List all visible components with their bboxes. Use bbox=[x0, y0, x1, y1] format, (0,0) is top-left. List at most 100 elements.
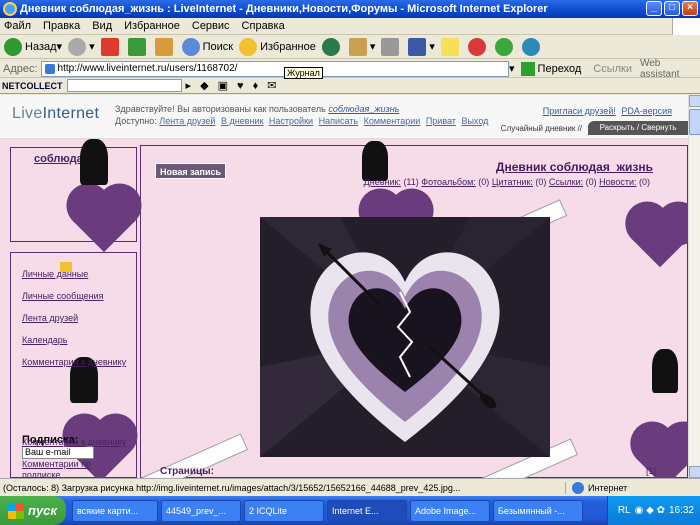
word-icon bbox=[408, 37, 427, 56]
sidebar-item-friends-feed[interactable]: Лента друзей bbox=[22, 313, 78, 323]
random-diary-link[interactable]: Случайный дневник // bbox=[501, 124, 582, 133]
minimize-button[interactable]: _ bbox=[646, 1, 662, 16]
menu-view[interactable]: Вид bbox=[92, 20, 112, 32]
news-link[interactable]: Новости: bbox=[599, 177, 636, 187]
windows-flag-icon bbox=[672, 18, 700, 35]
clock[interactable]: 16:32 bbox=[669, 505, 694, 516]
sidebar-item-subscription-comments[interactable]: Комментарии по bbox=[22, 459, 91, 469]
note-icon bbox=[440, 37, 459, 56]
new-post-button[interactable]: Новая запись bbox=[155, 163, 227, 179]
search-icon bbox=[181, 37, 200, 56]
netcollect-logo: NETCOLLECT bbox=[2, 80, 63, 91]
netcollect-toolbar: NETCOLLECT ▸ ◆ ▣ ♥ ♦ ✉ bbox=[0, 78, 700, 94]
photo-album-link[interactable]: Фотоальбом: bbox=[421, 177, 475, 187]
vertical-scrollbar[interactable] bbox=[688, 95, 700, 478]
history-icon bbox=[321, 37, 340, 56]
diary-title[interactable]: Дневник соблюдая_жизнь bbox=[496, 160, 653, 174]
menu-file[interactable]: Файл bbox=[4, 20, 31, 32]
links-link[interactable]: Ссылки: bbox=[549, 177, 583, 187]
sidebar-item-subscription-comments-2[interactable]: подписке bbox=[22, 470, 60, 478]
scroll-up-button[interactable] bbox=[689, 95, 700, 107]
task-item-untitled[interactable]: Безымянный -... bbox=[493, 499, 583, 522]
silhouette-figure-icon bbox=[362, 141, 388, 181]
sidebar-item-diary-comments-2[interactable]: Комментарии к дневнику bbox=[22, 437, 126, 447]
at-icon bbox=[467, 37, 486, 56]
available-links: Доступно: Лента друзей В дневник Настрой… bbox=[115, 116, 489, 126]
current-user-link[interactable]: соблюдая_жизнь bbox=[328, 104, 399, 114]
language-indicator[interactable]: RL bbox=[618, 505, 631, 516]
expand-collapse-button[interactable]: Раскрыть / Свернуть bbox=[588, 121, 688, 135]
maximize-button[interactable]: □ bbox=[664, 1, 680, 16]
link-write[interactable]: Написать bbox=[319, 116, 359, 126]
status-bar: (Осталось: 8) Загрузка рисунка http://im… bbox=[0, 478, 700, 496]
tray-icons[interactable]: ◉ ◆ ✿ bbox=[635, 505, 665, 516]
favorites-button[interactable]: Избранное bbox=[239, 37, 316, 56]
subscribe-email-input[interactable]: Ваш e-mail bbox=[22, 446, 94, 459]
toolbar2-icons[interactable]: ▸ ◆ ▣ ♥ ♦ ✉ bbox=[186, 79, 280, 92]
sidebar-item-personal-data[interactable]: Личные данные bbox=[22, 269, 88, 279]
menu-help[interactable]: Справка bbox=[242, 20, 285, 32]
link-friends-feed[interactable]: Лента друзей bbox=[159, 116, 215, 126]
word-button[interactable]: ▾ bbox=[408, 37, 435, 56]
menu-favorites[interactable]: Избранное bbox=[124, 20, 180, 32]
web-assistant[interactable]: Web assistant bbox=[640, 58, 700, 80]
quotes-link[interactable]: Цитатник: bbox=[492, 177, 533, 187]
window-titlebar[interactable]: Дневник соблюдая_жизнь : LiveInternet - … bbox=[0, 0, 700, 18]
diary-link[interactable]: Дневник: bbox=[364, 177, 401, 187]
home-button[interactable] bbox=[154, 37, 176, 56]
header-right-links: Пригласи друзей! PDA-версия bbox=[540, 106, 672, 116]
invite-friends-link[interactable]: Пригласи друзей! bbox=[543, 106, 616, 116]
menu-edit[interactable]: Правка bbox=[43, 20, 80, 32]
sidebar-item-messages[interactable]: Личные сообщения bbox=[22, 291, 104, 301]
link-logout[interactable]: Выход bbox=[461, 116, 488, 126]
forward-arrow-icon bbox=[68, 37, 87, 56]
sidebar-item-diary-comments[interactable]: Комментарии к дневнику bbox=[22, 357, 126, 367]
link-settings[interactable]: Настройки bbox=[269, 116, 313, 126]
liveinternet-header: LiveInternet Здравствуйте! Вы авторизова… bbox=[0, 95, 688, 139]
diary-counts: Дневник: (11) Фотоальбом: (0) Цитатник: … bbox=[363, 177, 650, 187]
back-button[interactable]: Назад ▾ bbox=[4, 37, 62, 56]
stop-icon bbox=[100, 37, 119, 56]
msn-button[interactable] bbox=[521, 37, 543, 56]
address-dropdown-icon[interactable]: ▾ bbox=[509, 62, 515, 75]
close-button[interactable]: × bbox=[682, 1, 698, 16]
scroll-thumb[interactable] bbox=[689, 109, 700, 135]
history-tooltip: Журнал bbox=[284, 67, 323, 79]
address-bar: Адрес: http://www.liveinternet.ru/users/… bbox=[0, 58, 700, 80]
link-comments[interactable]: Комментарии bbox=[364, 116, 421, 126]
notes-button[interactable] bbox=[440, 37, 462, 56]
icq-button[interactable] bbox=[494, 37, 516, 56]
task-item-image-file[interactable]: 44549_prev_... bbox=[161, 499, 241, 522]
address-input[interactable]: http://www.liveinternet.ru/users/1168702… bbox=[40, 60, 510, 77]
task-item-internet-explorer[interactable]: Internet E... bbox=[327, 499, 407, 522]
link-private[interactable]: Приват bbox=[426, 116, 456, 126]
stop-button[interactable] bbox=[100, 37, 122, 56]
task-item-icq[interactable]: 2 ICQLite bbox=[244, 499, 324, 522]
print-button[interactable] bbox=[381, 37, 402, 56]
menu-tools[interactable]: Сервис bbox=[192, 20, 230, 32]
menu-bar: Файл Правка Вид Избранное Сервис Справка bbox=[0, 18, 700, 35]
task-item-pictures[interactable]: всякие карти... bbox=[72, 499, 158, 522]
ie-logo-icon bbox=[3, 2, 17, 16]
search-button[interactable]: Поиск bbox=[181, 37, 233, 56]
start-button[interactable]: пуск bbox=[0, 496, 66, 525]
messenger-button[interactable] bbox=[467, 37, 489, 56]
scroll-down-button[interactable] bbox=[689, 466, 700, 478]
forward-button[interactable]: ▾ bbox=[68, 37, 95, 56]
heart-image[interactable] bbox=[260, 217, 550, 457]
liveinternet-logo[interactable]: LiveInternet bbox=[12, 105, 99, 123]
windows-logo-icon bbox=[8, 502, 24, 519]
globe-icon bbox=[572, 481, 584, 494]
refresh-button[interactable] bbox=[127, 37, 149, 56]
link-to-diary[interactable]: В дневник bbox=[221, 116, 263, 126]
go-button[interactable]: Переход bbox=[520, 61, 581, 76]
sidebar-item-calendar[interactable]: Календарь bbox=[22, 335, 67, 345]
window-title: Дневник соблюдая_жизнь : LiveInternet - … bbox=[20, 3, 548, 15]
pda-version-link[interactable]: PDA-версия bbox=[621, 106, 672, 116]
links-toolbar[interactable]: Ссылки bbox=[593, 63, 632, 75]
greeting-text: Здравствуйте! Вы авторизованы как пользо… bbox=[115, 104, 400, 114]
task-item-adobe-imageready[interactable]: Adobe Image... bbox=[410, 499, 490, 522]
netcollect-search-input[interactable] bbox=[66, 79, 182, 92]
history-button[interactable] bbox=[321, 37, 343, 56]
mail-button[interactable]: ▾ bbox=[348, 37, 375, 56]
